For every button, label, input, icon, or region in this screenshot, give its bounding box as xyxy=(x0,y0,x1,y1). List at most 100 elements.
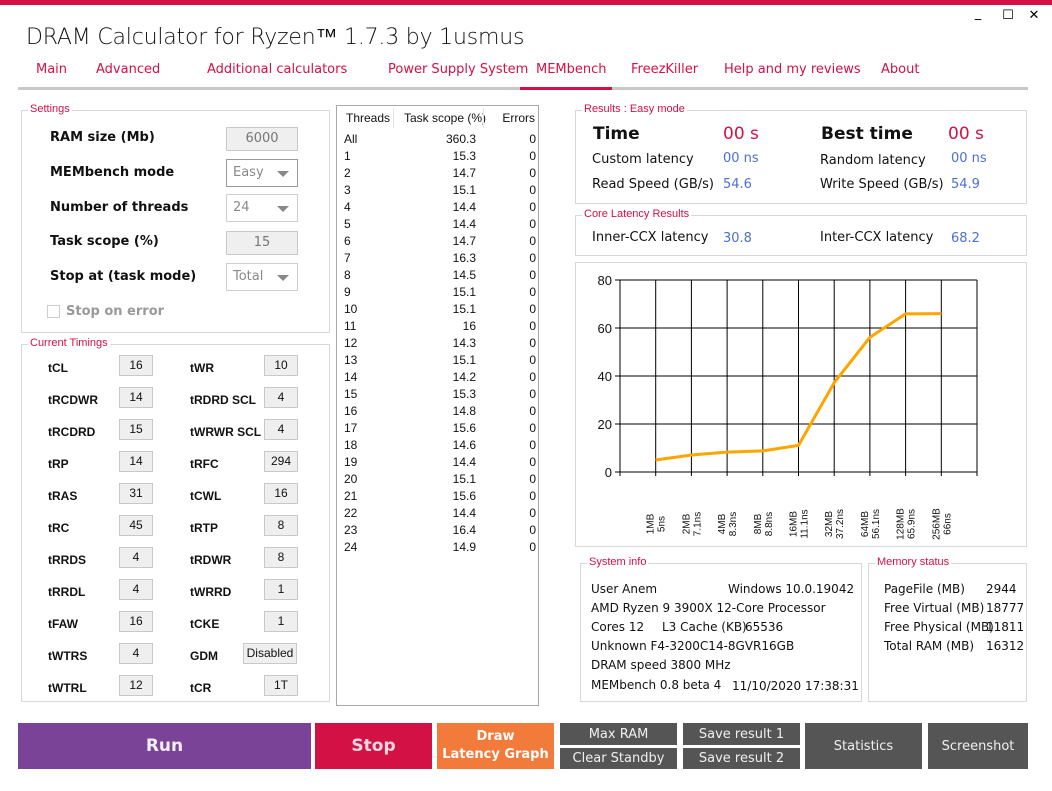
save-result-1-button[interactable]: Save result 1 xyxy=(683,723,800,745)
table-row[interactable]: 6 14.7 0 xyxy=(337,234,538,251)
timing-label: tWRWR SCL xyxy=(190,425,262,439)
draw-latency-graph-button[interactable]: Draw Latency Graph xyxy=(437,723,554,769)
table-row[interactable]: 1 15.3 0 xyxy=(337,149,538,166)
time-value: 00 s xyxy=(723,124,759,144)
threads-label: Number of threads xyxy=(50,200,189,215)
ram-size-input[interactable]: 6000 xyxy=(226,127,298,151)
minimize-button[interactable]: _ xyxy=(968,6,988,21)
memory-status-value: 11811 xyxy=(986,620,1025,634)
app-title: DRAM Calculator for Ryzen™ 1.7.3 by 1usm… xyxy=(26,25,525,50)
column-header-threads[interactable]: Threads xyxy=(346,111,390,125)
table-row[interactable]: 3 15.1 0 xyxy=(337,183,538,200)
clear-standby-button[interactable]: Clear Standby xyxy=(560,748,677,769)
task-scope-cell: 14.8 xyxy=(452,404,476,418)
table-row[interactable]: 4 14.4 0 xyxy=(337,200,538,217)
max-ram-button[interactable]: Max RAM xyxy=(560,723,677,745)
table-row[interactable]: 16 14.8 0 xyxy=(337,404,538,421)
tab-main[interactable]: Main xyxy=(36,62,67,77)
close-button[interactable]: ✕ xyxy=(1024,8,1044,23)
table-row[interactable]: 5 14.4 0 xyxy=(337,217,538,234)
l3-cache-label: L3 Cache (KB) xyxy=(662,620,747,634)
table-row[interactable]: 9 15.1 0 xyxy=(337,285,538,302)
table-row[interactable]: 11 16 0 xyxy=(337,319,538,336)
stop-button[interactable]: Stop xyxy=(315,723,432,769)
errors-cell: 0 xyxy=(529,455,536,469)
table-row[interactable]: 21 15.6 0 xyxy=(337,489,538,506)
table-row[interactable]: 13 15.1 0 xyxy=(337,353,538,370)
write-speed-label: Write Speed (GB/s) xyxy=(820,177,944,192)
core-latency-group-title: Core Latency Results xyxy=(582,208,692,220)
custom-latency-value: 00 ns xyxy=(723,151,759,166)
task-scope-input[interactable]: 15 xyxy=(226,231,298,255)
errors-cell: 0 xyxy=(529,149,536,163)
tab-about[interactable]: About xyxy=(881,62,919,77)
column-header-task-scope[interactable]: Task scope (%) xyxy=(404,111,486,125)
task-scope-cell: 14.9 xyxy=(452,540,476,554)
timing-value: 294 xyxy=(264,451,298,472)
timing-label: tRC xyxy=(48,521,70,535)
x-tick-size: 4MB xyxy=(717,513,728,534)
table-row[interactable]: 23 16.4 0 xyxy=(337,523,538,540)
table-row[interactable]: All 360.3 0 xyxy=(337,132,538,149)
threads-select[interactable]: 24 xyxy=(226,194,298,222)
memory-status-value: 18777 xyxy=(986,601,1025,615)
threads-value: 24 xyxy=(233,200,250,215)
system-info-group-title: System info xyxy=(587,556,649,568)
memory-status-value: 16312 xyxy=(986,639,1025,653)
tab-power-supply-system[interactable]: Power Supply System xyxy=(388,62,528,77)
thread-id-cell: 9 xyxy=(344,285,351,299)
table-row[interactable]: 7 16.3 0 xyxy=(337,251,538,268)
task-scope-cell: 14.6 xyxy=(452,438,476,452)
stop-on-error-checkbox[interactable] xyxy=(47,305,60,318)
screenshot-button[interactable]: Screenshot xyxy=(928,723,1028,769)
chevron-down-icon xyxy=(277,171,289,177)
table-row[interactable]: 17 15.6 0 xyxy=(337,421,538,438)
table-row[interactable]: 19 14.4 0 xyxy=(337,455,538,472)
cpu-name: AMD Ryzen 9 3900X 12-Core Processor xyxy=(591,601,826,615)
tab-additional-calculators[interactable]: Additional calculators xyxy=(207,62,347,77)
y-tick-label: 60 xyxy=(598,321,612,336)
run-button[interactable]: Run xyxy=(18,723,311,769)
x-tick-size: 64MB xyxy=(860,511,871,537)
best-time-value: 00 s xyxy=(948,124,984,144)
timing-label: tWTRS xyxy=(48,649,88,663)
table-row[interactable]: 2 14.7 0 xyxy=(337,166,538,183)
membench-mode-select[interactable]: Easy xyxy=(226,159,298,187)
errors-cell: 0 xyxy=(529,421,536,435)
table-row[interactable]: 14 14.2 0 xyxy=(337,370,538,387)
threads-results-table[interactable]: Threads Task scope (%) Errors All 360.3 0 1… xyxy=(336,105,539,706)
table-row[interactable]: 18 14.6 0 xyxy=(337,438,538,455)
x-tick-label: 64MB 56.1ns xyxy=(860,509,882,539)
table-row[interactable]: 15 15.3 0 xyxy=(337,387,538,404)
timing-value: 8 xyxy=(264,515,298,536)
table-row[interactable]: 20 15.1 0 xyxy=(337,472,538,489)
save-result-2-button[interactable]: Save result 2 xyxy=(683,748,800,769)
table-row[interactable]: 10 15.1 0 xyxy=(337,302,538,319)
thread-id-cell: 5 xyxy=(344,217,351,231)
thread-id-cell: 24 xyxy=(344,540,358,554)
memory-status-label: PageFile (MB) xyxy=(884,582,965,596)
column-header-errors[interactable]: Errors xyxy=(502,111,535,125)
timestamp: 11/10/2020 17:38:31 xyxy=(732,679,859,693)
timings-group: Current Timings tCL 16 tRCDWR 14 tRCDRD 15 tRP… xyxy=(21,337,330,702)
task-scope-cell: 14.3 xyxy=(452,336,476,350)
timing-value: 14 xyxy=(119,451,153,472)
x-tick-label: 256MB 66ns xyxy=(931,508,953,540)
tab-membench[interactable]: MEMbench xyxy=(536,62,607,77)
timing-value: 4 xyxy=(119,547,153,568)
tab-help-and-reviews[interactable]: Help and my reviews xyxy=(724,62,861,77)
thread-id-cell: 7 xyxy=(344,251,351,265)
stop-at-value: Total xyxy=(233,269,264,284)
table-row[interactable]: 12 14.3 0 xyxy=(337,336,538,353)
active-tab-indicator xyxy=(520,87,612,90)
maximize-button[interactable]: ☐ xyxy=(998,8,1018,23)
statistics-button[interactable]: Statistics xyxy=(805,723,922,769)
tab-advanced[interactable]: Advanced xyxy=(96,62,160,77)
table-row[interactable]: 22 14.4 0 xyxy=(337,506,538,523)
y-tick-label: 0 xyxy=(605,465,612,480)
tab-freezkiller[interactable]: FreezKiller xyxy=(631,62,698,77)
table-row[interactable]: 24 14.9 0 xyxy=(337,540,538,557)
table-row[interactable]: 8 14.5 0 xyxy=(337,268,538,285)
thread-id-cell: 17 xyxy=(344,421,358,435)
stop-at-select[interactable]: Total xyxy=(226,263,298,291)
